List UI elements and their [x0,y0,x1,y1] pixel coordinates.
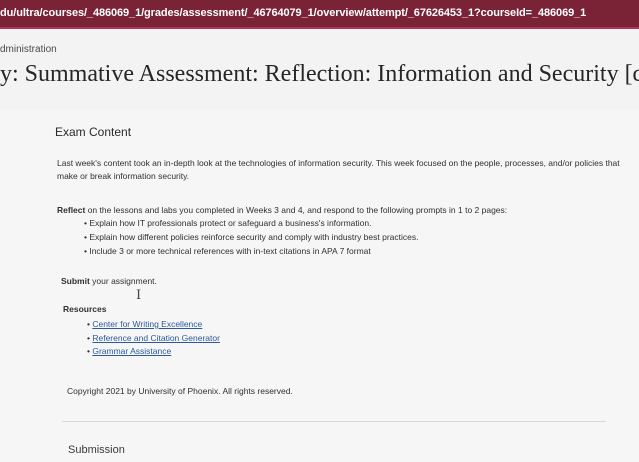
submit-instruction: Submit your assignment. [61,276,157,286]
resources-list: Center for Writing Excellence Reference … [87,318,220,359]
link-writing-excellence[interactable]: Center for Writing Excellence [92,319,202,329]
link-grammar-assistance[interactable]: Grammar Assistance [92,346,171,356]
browser-url-bar[interactable]: du/ultra/courses/_486069_1/grades/assess… [0,0,639,29]
intro-paragraph: Last week's content took an in-depth loo… [57,158,620,181]
submit-bold: Submit [61,276,90,286]
resource-item: Center for Writing Excellence [87,318,220,332]
link-citation-generator[interactable]: Reference and Citation Generator [92,333,220,343]
prompt-list: Explain how IT professionals protect or … [84,216,418,258]
reflect-text: on the lessons and labs you completed in… [85,205,508,215]
exam-content-heading: Exam Content [55,125,132,139]
copyright-text: Copyright 2021 by University of Phoenix.… [67,386,293,396]
breadcrumb[interactable]: dministration [0,44,57,55]
resource-item: Reference and Citation Generator [87,332,220,346]
prompt-item: Include 3 or more technical references w… [84,244,418,258]
page-title: y: Summative Assessment: Reflection: Inf… [0,61,639,87]
submit-text: your assignment. [89,276,157,286]
reflect-bold: Reflect [57,205,86,215]
submission-heading: Submission [68,444,125,456]
resource-item: Grammar Assistance [87,345,220,359]
text-cursor-icon: I [136,288,142,303]
url-text[interactable]: du/ultra/courses/_486069_1/grades/assess… [0,7,586,19]
prompt-item: Explain how IT professionals protect or … [84,216,418,230]
resources-heading: Resources [63,304,107,314]
prompt-item: Explain how different policies reinforce… [84,230,418,244]
section-divider [62,421,606,422]
